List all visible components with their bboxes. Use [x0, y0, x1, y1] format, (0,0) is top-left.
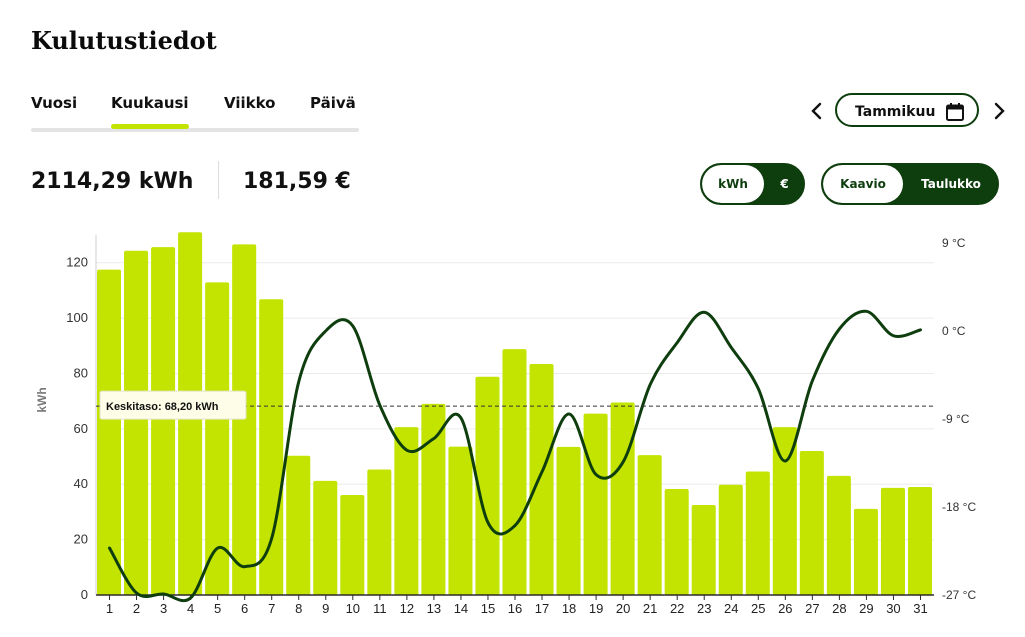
x-tick-label: 22	[670, 601, 684, 616]
bar	[556, 446, 581, 595]
y-axis-label: kWh	[35, 387, 49, 412]
x-tick-label: 10	[346, 601, 360, 616]
bar	[664, 488, 689, 595]
x-tick-label: 5	[214, 601, 221, 616]
x-tick-label: 3	[160, 601, 167, 616]
x-tick-label: 12	[400, 601, 414, 616]
bar	[691, 505, 716, 595]
bar	[853, 508, 878, 595]
y-tick-label: 40	[74, 476, 88, 491]
bar	[529, 364, 554, 595]
y-tick-label: 100	[66, 310, 88, 325]
bar	[340, 495, 365, 595]
bar	[880, 487, 905, 595]
x-tick-label: 7	[268, 601, 275, 616]
x-tick-label: 13	[427, 601, 441, 616]
bar	[259, 299, 284, 595]
x-tick-label: 31	[913, 601, 927, 616]
y-tick-label: 0	[81, 587, 88, 602]
x-tick-label: 19	[589, 601, 603, 616]
x-tick-label: 27	[805, 601, 819, 616]
bar	[718, 484, 743, 595]
bar	[637, 455, 662, 595]
y2-tick-label: -27 °C	[942, 588, 976, 602]
x-tick-label: 8	[295, 601, 302, 616]
bar	[610, 402, 635, 595]
x-tick-label: 21	[643, 601, 657, 616]
bar	[286, 455, 311, 595]
bar	[826, 475, 851, 595]
x-tick-label: 14	[454, 601, 468, 616]
bar	[97, 269, 122, 595]
bar	[124, 250, 149, 596]
x-tick-label: 28	[832, 601, 846, 616]
y2-tick-label: 9 °C	[942, 236, 966, 250]
x-tick-label: 24	[724, 601, 738, 616]
bar	[502, 349, 527, 595]
x-tick-label: 26	[778, 601, 792, 616]
x-tick-label: 15	[481, 601, 495, 616]
x-tick-label: 17	[535, 601, 549, 616]
bar	[799, 451, 824, 595]
bar	[232, 244, 257, 595]
bar	[367, 469, 392, 595]
x-tick-label: 4	[187, 601, 194, 616]
bar	[772, 427, 797, 595]
bar	[583, 413, 608, 595]
y-tick-label: 120	[66, 255, 88, 270]
y2-tick-label: -9 °C	[942, 412, 970, 426]
x-tick-label: 11	[373, 601, 387, 616]
y2-tick-label: 0 °C	[942, 324, 966, 338]
y-tick-label: 60	[74, 421, 88, 436]
x-tick-label: 9	[322, 601, 329, 616]
x-tick-label: 25	[751, 601, 765, 616]
x-tick-label: 23	[697, 601, 711, 616]
x-tick-label: 16	[508, 601, 522, 616]
x-tick-label: 6	[241, 601, 248, 616]
x-tick-label: 30	[886, 601, 900, 616]
bar	[448, 446, 473, 595]
bar	[313, 480, 338, 595]
bar	[745, 471, 770, 595]
bar	[421, 403, 446, 595]
bar	[907, 487, 932, 595]
y-tick-label: 20	[74, 532, 88, 547]
y-tick-label: 80	[74, 365, 88, 380]
average-label: Keskitaso: 68,20 kWh	[106, 401, 219, 413]
consumption-chart: 020406080100120kWh-27 °C-18 °C-9 °C0 °C9…	[35, 232, 976, 616]
bar	[151, 247, 176, 595]
y2-tick-label: -18 °C	[942, 500, 976, 514]
x-tick-label: 2	[133, 601, 140, 616]
x-tick-label: 1	[106, 601, 113, 616]
x-tick-label: 29	[859, 601, 873, 616]
x-tick-label: 20	[616, 601, 630, 616]
x-tick-label: 18	[562, 601, 576, 616]
